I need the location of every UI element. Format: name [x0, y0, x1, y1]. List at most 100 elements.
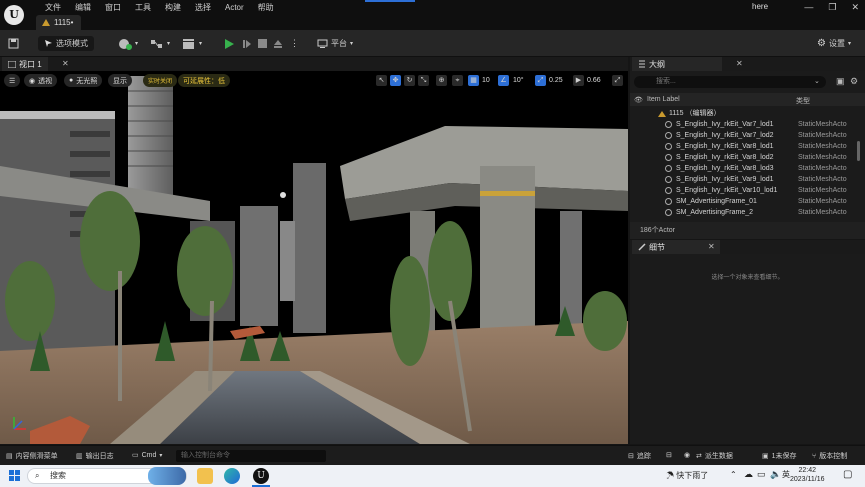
details-close-icon[interactable]: ✕: [708, 242, 715, 251]
unsaved-button[interactable]: ▣ 1未保存: [762, 451, 797, 461]
volume-icon[interactable]: 🔈: [770, 469, 781, 480]
cmd-button[interactable]: ▭ Cmd ▾: [132, 451, 162, 460]
source-control-button[interactable]: ⑂ 版本控制: [812, 451, 847, 461]
rotate-tool-icon[interactable]: ↻: [404, 75, 415, 86]
list-item[interactable]: S_English_Ivy_rkEit_Var7_lod1 StaticMeshA…: [630, 119, 856, 130]
eject-button[interactable]: [273, 36, 283, 51]
scale-snap-icon[interactable]: ⤢: [535, 75, 546, 86]
add-folder-icon[interactable]: ▣: [836, 76, 845, 87]
project-tab[interactable]: 1115•: [36, 15, 82, 30]
scalability-badge[interactable]: 可延展性：低: [178, 74, 230, 87]
minimize-icon[interactable]: —: [804, 2, 813, 13]
list-item[interactable]: SM_AdvertisingFrame_01 StaticMeshActo: [630, 196, 856, 207]
viewport-close-icon[interactable]: ✕: [62, 59, 69, 68]
add-content-button[interactable]: ▾: [118, 36, 138, 51]
play-options-button[interactable]: ⋮: [290, 36, 299, 51]
maximize-icon[interactable]: ❐: [828, 2, 836, 13]
list-item[interactable]: S_English_Ivy_rkEit_Var10_lod1 StaticMesh…: [630, 185, 856, 196]
notification-icon[interactable]: ▢: [843, 469, 852, 480]
outliner-search-input[interactable]: 搜索...: [634, 76, 826, 88]
settings-button[interactable]: ⚙ 设置 ▾: [817, 36, 851, 51]
settings-label: 设置: [828, 39, 845, 48]
menu-file[interactable]: 文件: [38, 2, 68, 13]
status-bar: ▤ 内容侧滑菜单 ▥ 输出日志 ▭ Cmd ▾ 输入控制台命令 ⊟ 追踪 ⊟ ◉…: [0, 445, 865, 465]
network-icon[interactable]: ▭: [757, 469, 766, 480]
view-mode-button[interactable]: ◉ 透视: [24, 74, 58, 87]
cloud-icon[interactable]: ☁: [744, 469, 753, 480]
menu-window[interactable]: 窗口: [98, 2, 128, 13]
unreal-engine-icon[interactable]: U: [253, 468, 269, 484]
outliner-tab[interactable]: 大纲: [632, 57, 722, 71]
blueprint-button[interactable]: ▾: [150, 36, 170, 51]
outliner-scrollbar[interactable]: [857, 141, 860, 161]
cinematics-button[interactable]: ▾: [182, 36, 202, 51]
col-type[interactable]: 类型: [796, 96, 810, 106]
list-item[interactable]: S_English_Ivy_rkEit_Var7_lod2 StaticMeshA…: [630, 130, 856, 141]
chevron-up-icon[interactable]: ⌃: [730, 470, 737, 479]
derived-data-button[interactable]: ⇄ 派生数据: [696, 451, 733, 461]
viewport-options-button[interactable]: ☰: [4, 74, 21, 87]
level-viewport[interactable]: ☰ ◉ 透视 ● 无光照 显示 实时关闭 可延展性：低 ↖ ✥ ↻ ⤡ ⊕ ⌖ …: [0, 71, 628, 444]
camera-speed-icon[interactable]: ▶: [573, 75, 584, 86]
content-drawer-button[interactable]: ▤ 内容侧滑菜单: [6, 451, 58, 461]
scale-snap-value[interactable]: 0.25: [549, 75, 563, 86]
rotation-snap-icon[interactable]: ∠: [498, 75, 509, 86]
weather-widget[interactable]: ☂ 快下雨了: [666, 470, 708, 481]
lighting-mode-button[interactable]: ● 无光照: [64, 74, 103, 87]
menu-select[interactable]: 选择: [188, 2, 218, 13]
recorder-button[interactable]: ◉: [684, 451, 690, 459]
viewport-tab[interactable]: 视口 1: [2, 57, 48, 71]
gear-icon[interactable]: ⚙: [850, 76, 858, 87]
list-item[interactable]: S_English_Ivy_rkEit_Var9_lod1 StaticMeshA…: [630, 174, 856, 185]
col-item-label[interactable]: Item Label: [647, 96, 680, 103]
outliner-root-row[interactable]: 1115 （编辑器）: [630, 108, 856, 119]
stop-button[interactable]: [258, 36, 267, 51]
project-tab-label: 1115•: [54, 18, 74, 27]
taskbar-clock[interactable]: 22:42 2023/11/16: [790, 466, 825, 484]
file-explorer-icon[interactable]: [197, 468, 213, 484]
static-mesh-icon: [665, 209, 672, 216]
trace-options-button[interactable]: ⊟: [666, 451, 672, 459]
translate-tool-icon[interactable]: ✥: [390, 75, 401, 86]
surface-snap-icon[interactable]: ⌖: [452, 75, 463, 86]
save-button[interactable]: [8, 36, 19, 51]
show-button[interactable]: 显示: [108, 74, 132, 87]
list-item[interactable]: S_English_Ivy_rkEit_Var8_lod3 StaticMeshA…: [630, 163, 856, 174]
outliner-close-icon[interactable]: ✕: [736, 59, 743, 68]
world-space-icon[interactable]: ⊕: [436, 75, 447, 86]
details-tab[interactable]: 细节: [632, 240, 720, 254]
visibility-icon[interactable]: 👁: [634, 96, 643, 104]
platform-button[interactable]: 平台 ▾: [317, 36, 353, 51]
edge-browser-icon[interactable]: [224, 468, 240, 484]
camera-speed-value[interactable]: 0.66: [587, 75, 601, 86]
menu-tools[interactable]: 工具: [128, 2, 158, 13]
details-icon: [638, 243, 646, 251]
menu-edit[interactable]: 编辑: [68, 2, 98, 13]
ime-indicator[interactable]: 英: [782, 469, 790, 480]
output-log-button[interactable]: ▥ 输出日志: [76, 451, 114, 461]
menu-help[interactable]: 帮助: [251, 2, 281, 13]
list-item[interactable]: S_English_Ivy_rkEit_Var8_lod2 StaticMeshA…: [630, 152, 856, 163]
close-icon[interactable]: ✕: [851, 2, 859, 13]
trace-button[interactable]: ⊟ 追踪: [628, 451, 651, 461]
menu-build[interactable]: 构建: [158, 2, 188, 13]
main-toolbar: 选项模式 ▾ ▾ ▾ ⋮ 平台 ▾ ⚙ 设置 ▾: [0, 30, 865, 57]
select-tool-icon[interactable]: ↖: [376, 75, 387, 86]
list-item[interactable]: S_English_Ivy_rkEit_Var8_lod1 StaticMeshA…: [630, 141, 856, 152]
maximize-viewport-icon[interactable]: ⤢: [612, 75, 623, 86]
console-command-input[interactable]: 输入控制台命令: [176, 450, 326, 462]
mode-button[interactable]: 选项模式: [38, 36, 94, 51]
realtime-off-badge[interactable]: 实时关闭: [143, 74, 178, 87]
sphere-icon: ●: [69, 77, 74, 84]
scale-tool-icon[interactable]: ⤡: [418, 75, 429, 86]
unreal-logo-icon[interactable]: U: [4, 5, 24, 25]
windows-start-icon[interactable]: [9, 470, 20, 481]
grid-snap-value[interactable]: 10: [482, 75, 490, 86]
grid-snap-icon[interactable]: ▦: [468, 75, 479, 86]
play-button[interactable]: [225, 36, 234, 51]
menu-actor[interactable]: Actor: [218, 2, 251, 13]
search-dropdown-icon[interactable]: ⌄: [814, 77, 820, 85]
rotation-snap-value[interactable]: 10°: [513, 75, 524, 86]
list-item[interactable]: SM_AdvertisingFrame_2 StaticMeshActo: [630, 207, 856, 218]
step-button[interactable]: [242, 36, 252, 51]
